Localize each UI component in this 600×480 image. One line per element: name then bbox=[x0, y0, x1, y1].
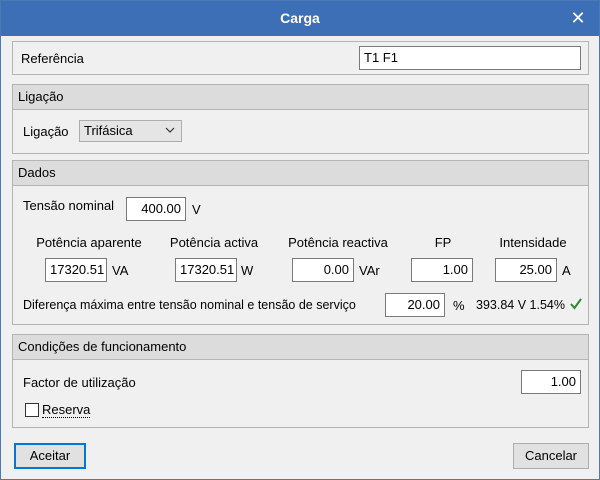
fp-header: FP bbox=[434, 235, 452, 250]
dados-section-header: Dados bbox=[13, 161, 588, 186]
referencia-label: Referência bbox=[21, 51, 84, 66]
reserva-checkbox[interactable] bbox=[25, 403, 39, 417]
potencia-aparente-unit: VA bbox=[112, 263, 129, 278]
potencia-activa-input[interactable]: 17320.51 bbox=[175, 258, 237, 282]
diferenca-input[interactable]: 20.00 bbox=[385, 293, 445, 317]
title-bar: Carga ✕ bbox=[1, 1, 599, 36]
potencia-aparente-input[interactable]: 17320.51 bbox=[45, 258, 107, 282]
intensidade-input[interactable]: 25.00 bbox=[495, 258, 557, 282]
cancelar-button[interactable]: Cancelar bbox=[513, 443, 589, 469]
dialog-title: Carga bbox=[280, 10, 320, 26]
referencia-panel: Referência T1 F1 bbox=[12, 41, 589, 75]
potencia-reactiva-header: Potência reactiva bbox=[288, 235, 388, 250]
factor-utilizacao-input[interactable]: 1.00 bbox=[521, 370, 581, 394]
intensidade-unit: A bbox=[562, 263, 571, 278]
potencia-activa-unit: W bbox=[241, 263, 254, 278]
tensao-nominal-input[interactable]: 400.00 bbox=[126, 197, 186, 221]
aceitar-button[interactable]: Aceitar bbox=[14, 443, 86, 469]
condicoes-panel: Condições de funcionamento Factor de uti… bbox=[12, 334, 589, 428]
referencia-input[interactable]: T1 F1 bbox=[359, 46, 581, 70]
factor-utilizacao-label: Factor de utilização bbox=[23, 375, 136, 390]
tensao-nominal-unit: V bbox=[192, 202, 201, 217]
diferenca-unit: % bbox=[453, 298, 465, 313]
potencia-reactiva-unit: VAr bbox=[359, 263, 380, 278]
potencia-activa-header: Potência activa bbox=[169, 235, 259, 250]
ligacao-selected-value: Trifásica bbox=[84, 123, 133, 138]
reserva-label[interactable]: Reserva bbox=[42, 402, 91, 418]
tensao-nominal-label: Tensão nominal bbox=[23, 198, 115, 213]
check-icon bbox=[570, 298, 582, 310]
fp-input[interactable]: 1.00 bbox=[411, 258, 473, 282]
ligacao-select[interactable]: Trifásica bbox=[79, 120, 182, 142]
ligacao-panel: Ligação Ligação Trifásica bbox=[12, 84, 589, 154]
potencia-aparente-header: Potência aparente bbox=[36, 235, 142, 250]
ligacao-label: Ligação bbox=[23, 124, 69, 139]
diferenca-result: 393.84 V 1.54% bbox=[476, 298, 565, 312]
close-icon[interactable]: ✕ bbox=[567, 7, 589, 29]
chevron-down-icon bbox=[165, 127, 175, 133]
ligacao-section-header: Ligação bbox=[13, 85, 588, 110]
potencia-reactiva-input[interactable]: 0.00 bbox=[292, 258, 354, 282]
intensidade-header: Intensidade bbox=[499, 235, 567, 250]
diferenca-label: Diferença máxima entre tensão nominal e … bbox=[23, 298, 356, 312]
carga-dialog: Carga ✕ Referência T1 F1 Ligação Ligação… bbox=[0, 0, 600, 480]
dados-panel: Dados Tensão nominal 400.00 V Potência a… bbox=[12, 160, 589, 325]
condicoes-section-header: Condições de funcionamento bbox=[13, 335, 588, 360]
